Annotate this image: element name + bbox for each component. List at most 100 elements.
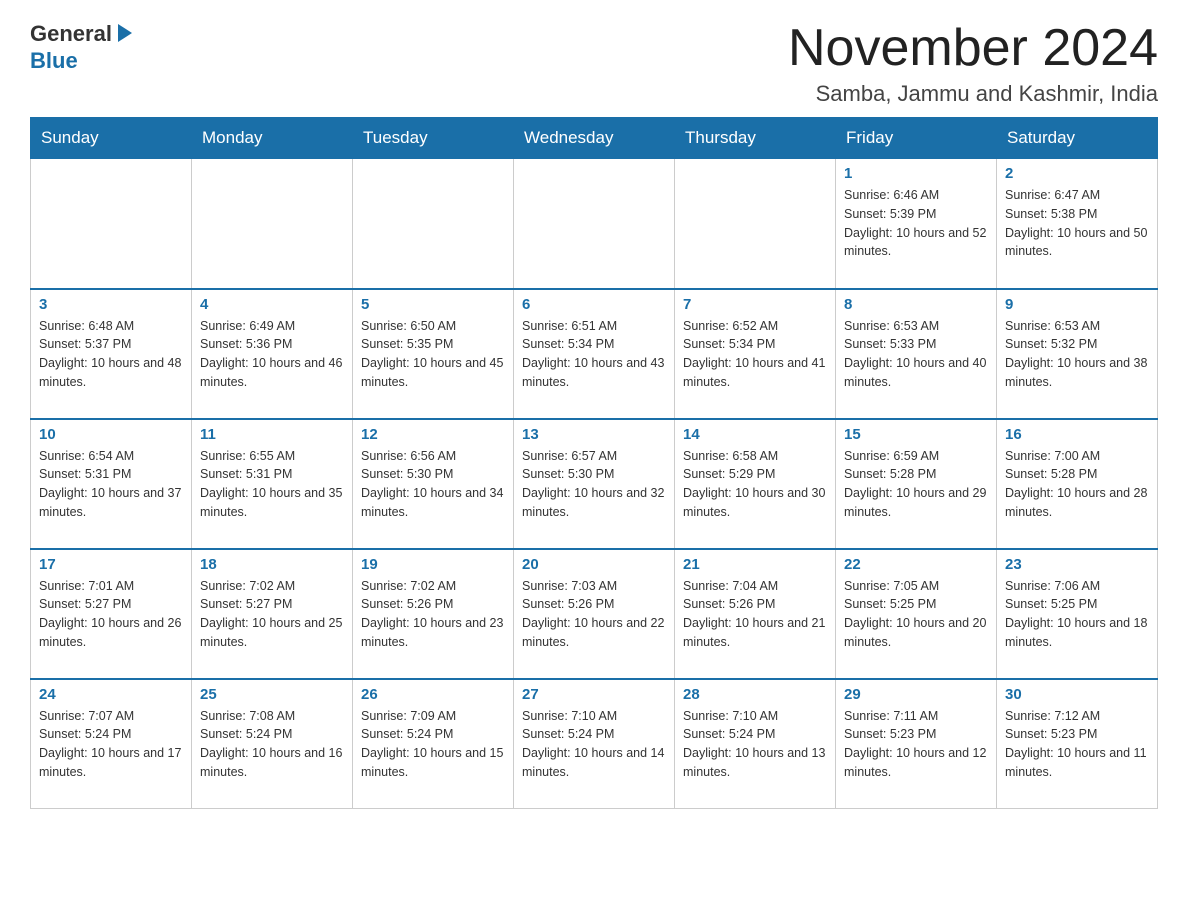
header-day-monday: Monday bbox=[192, 118, 353, 159]
day-info: Sunrise: 6:53 AM Sunset: 5:33 PM Dayligh… bbox=[844, 317, 988, 392]
calendar-cell bbox=[192, 159, 353, 289]
day-info: Sunrise: 7:01 AM Sunset: 5:27 PM Dayligh… bbox=[39, 577, 183, 652]
calendar-cell: 17 Sunrise: 7:01 AM Sunset: 5:27 PM Dayli… bbox=[31, 549, 192, 679]
day-number: 3 bbox=[39, 296, 183, 313]
calendar-cell: 10 Sunrise: 6:54 AM Sunset: 5:31 PM Dayli… bbox=[31, 419, 192, 549]
day-number: 7 bbox=[683, 296, 827, 313]
logo-general-text: General bbox=[30, 22, 112, 46]
day-number: 9 bbox=[1005, 296, 1149, 313]
calendar-cell: 6 Sunrise: 6:51 AM Sunset: 5:34 PM Daylig… bbox=[514, 289, 675, 419]
day-number: 13 bbox=[522, 426, 666, 443]
day-info: Sunrise: 6:59 AM Sunset: 5:28 PM Dayligh… bbox=[844, 447, 988, 522]
day-number: 19 bbox=[361, 556, 505, 573]
header-day-sunday: Sunday bbox=[31, 118, 192, 159]
calendar-cell: 8 Sunrise: 6:53 AM Sunset: 5:33 PM Daylig… bbox=[836, 289, 997, 419]
calendar-cell: 14Sunrise: 6:58 AM Sunset: 5:29 PM Dayli… bbox=[675, 419, 836, 549]
day-info: Sunrise: 7:02 AM Sunset: 5:27 PM Dayligh… bbox=[200, 577, 344, 652]
day-number: 8 bbox=[844, 296, 988, 313]
calendar-cell: 15 Sunrise: 6:59 AM Sunset: 5:28 PM Dayli… bbox=[836, 419, 997, 549]
day-number: 22 bbox=[844, 556, 988, 573]
day-number: 14 bbox=[683, 426, 827, 443]
day-number: 27 bbox=[522, 686, 666, 703]
calendar-cell: 12Sunrise: 6:56 AM Sunset: 5:30 PM Dayli… bbox=[353, 419, 514, 549]
day-number: 6 bbox=[522, 296, 666, 313]
header-day-tuesday: Tuesday bbox=[353, 118, 514, 159]
day-info: Sunrise: 6:49 AM Sunset: 5:36 PM Dayligh… bbox=[200, 317, 344, 392]
calendar-week-row: 17 Sunrise: 7:01 AM Sunset: 5:27 PM Dayli… bbox=[31, 549, 1158, 679]
calendar-header: SundayMondayTuesdayWednesdayThursdayFrid… bbox=[31, 118, 1158, 159]
calendar-cell: 24Sunrise: 7:07 AM Sunset: 5:24 PM Dayli… bbox=[31, 679, 192, 809]
calendar-week-row: 10 Sunrise: 6:54 AM Sunset: 5:31 PM Dayli… bbox=[31, 419, 1158, 549]
day-info: Sunrise: 6:50 AM Sunset: 5:35 PM Dayligh… bbox=[361, 317, 505, 392]
header-day-saturday: Saturday bbox=[997, 118, 1158, 159]
day-number: 2 bbox=[1005, 165, 1149, 182]
day-number: 29 bbox=[844, 686, 988, 703]
calendar-week-row: 3 Sunrise: 6:48 AM Sunset: 5:37 PM Daylig… bbox=[31, 289, 1158, 419]
day-number: 17 bbox=[39, 556, 183, 573]
day-number: 11 bbox=[200, 426, 344, 443]
day-number: 5 bbox=[361, 296, 505, 313]
day-number: 4 bbox=[200, 296, 344, 313]
day-number: 30 bbox=[1005, 686, 1149, 703]
logo-blue-text: Blue bbox=[30, 49, 78, 73]
logo: General Blue bbox=[30, 20, 136, 73]
day-info: Sunrise: 6:53 AM Sunset: 5:32 PM Dayligh… bbox=[1005, 317, 1149, 392]
day-number: 16 bbox=[1005, 426, 1149, 443]
day-info: Sunrise: 7:00 AM Sunset: 5:28 PM Dayligh… bbox=[1005, 447, 1149, 522]
day-info: Sunrise: 7:04 AM Sunset: 5:26 PM Dayligh… bbox=[683, 577, 827, 652]
day-info: Sunrise: 7:05 AM Sunset: 5:25 PM Dayligh… bbox=[844, 577, 988, 652]
calendar-cell: 19 Sunrise: 7:02 AM Sunset: 5:26 PM Dayli… bbox=[353, 549, 514, 679]
calendar-cell: 2 Sunrise: 6:47 AM Sunset: 5:38 PM Daylig… bbox=[997, 159, 1158, 289]
calendar-cell: 18 Sunrise: 7:02 AM Sunset: 5:27 PM Dayli… bbox=[192, 549, 353, 679]
calendar-cell: 9 Sunrise: 6:53 AM Sunset: 5:32 PM Daylig… bbox=[997, 289, 1158, 419]
day-info: Sunrise: 7:12 AM Sunset: 5:23 PM Dayligh… bbox=[1005, 707, 1149, 782]
calendar-cell bbox=[353, 159, 514, 289]
day-info: Sunrise: 7:09 AM Sunset: 5:24 PM Dayligh… bbox=[361, 707, 505, 782]
calendar-cell: 20Sunrise: 7:03 AM Sunset: 5:26 PM Dayli… bbox=[514, 549, 675, 679]
calendar-cell: 11 Sunrise: 6:55 AM Sunset: 5:31 PM Dayli… bbox=[192, 419, 353, 549]
calendar-cell: 28Sunrise: 7:10 AM Sunset: 5:24 PM Dayli… bbox=[675, 679, 836, 809]
calendar-cell: 25Sunrise: 7:08 AM Sunset: 5:24 PM Dayli… bbox=[192, 679, 353, 809]
calendar-cell: 5 Sunrise: 6:50 AM Sunset: 5:35 PM Daylig… bbox=[353, 289, 514, 419]
day-info: Sunrise: 6:52 AM Sunset: 5:34 PM Dayligh… bbox=[683, 317, 827, 392]
day-number: 10 bbox=[39, 426, 183, 443]
calendar-week-row: 1 Sunrise: 6:46 AM Sunset: 5:39 PM Daylig… bbox=[31, 159, 1158, 289]
day-info: Sunrise: 6:57 AM Sunset: 5:30 PM Dayligh… bbox=[522, 447, 666, 522]
calendar-cell: 29 Sunrise: 7:11 AM Sunset: 5:23 PM Dayli… bbox=[836, 679, 997, 809]
day-info: Sunrise: 6:51 AM Sunset: 5:34 PM Dayligh… bbox=[522, 317, 666, 392]
page-header: General Blue November 2024 Samba, Jammu … bbox=[30, 20, 1158, 107]
day-info: Sunrise: 6:46 AM Sunset: 5:39 PM Dayligh… bbox=[844, 186, 988, 261]
day-info: Sunrise: 7:10 AM Sunset: 5:24 PM Dayligh… bbox=[522, 707, 666, 782]
day-number: 24 bbox=[39, 686, 183, 703]
day-info: Sunrise: 6:48 AM Sunset: 5:37 PM Dayligh… bbox=[39, 317, 183, 392]
day-info: Sunrise: 7:06 AM Sunset: 5:25 PM Dayligh… bbox=[1005, 577, 1149, 652]
calendar-cell: 23Sunrise: 7:06 AM Sunset: 5:25 PM Dayli… bbox=[997, 549, 1158, 679]
calendar-cell: 27 Sunrise: 7:10 AM Sunset: 5:24 PM Dayli… bbox=[514, 679, 675, 809]
calendar-cell bbox=[514, 159, 675, 289]
calendar-location: Samba, Jammu and Kashmir, India bbox=[788, 81, 1158, 107]
day-info: Sunrise: 7:02 AM Sunset: 5:26 PM Dayligh… bbox=[361, 577, 505, 652]
calendar-cell: 1 Sunrise: 6:46 AM Sunset: 5:39 PM Daylig… bbox=[836, 159, 997, 289]
day-info: Sunrise: 7:03 AM Sunset: 5:26 PM Dayligh… bbox=[522, 577, 666, 652]
day-info: Sunrise: 6:56 AM Sunset: 5:30 PM Dayligh… bbox=[361, 447, 505, 522]
day-number: 25 bbox=[200, 686, 344, 703]
day-info: Sunrise: 7:11 AM Sunset: 5:23 PM Dayligh… bbox=[844, 707, 988, 782]
calendar-cell: 21Sunrise: 7:04 AM Sunset: 5:26 PM Dayli… bbox=[675, 549, 836, 679]
header-day-friday: Friday bbox=[836, 118, 997, 159]
day-number: 18 bbox=[200, 556, 344, 573]
calendar-cell bbox=[31, 159, 192, 289]
day-number: 15 bbox=[844, 426, 988, 443]
calendar-cell: 16 Sunrise: 7:00 AM Sunset: 5:28 PM Dayli… bbox=[997, 419, 1158, 549]
header-day-wednesday: Wednesday bbox=[514, 118, 675, 159]
calendar-cell: 30 Sunrise: 7:12 AM Sunset: 5:23 PM Dayli… bbox=[997, 679, 1158, 809]
calendar-body: 1 Sunrise: 6:46 AM Sunset: 5:39 PM Daylig… bbox=[31, 159, 1158, 809]
day-info: Sunrise: 7:10 AM Sunset: 5:24 PM Dayligh… bbox=[683, 707, 827, 782]
calendar-title-block: November 2024 Samba, Jammu and Kashmir, … bbox=[788, 20, 1158, 107]
calendar-cell: 13 Sunrise: 6:57 AM Sunset: 5:30 PM Dayli… bbox=[514, 419, 675, 549]
calendar-table: SundayMondayTuesdayWednesdayThursdayFrid… bbox=[30, 117, 1158, 809]
day-info: Sunrise: 6:54 AM Sunset: 5:31 PM Dayligh… bbox=[39, 447, 183, 522]
day-number: 1 bbox=[844, 165, 988, 182]
calendar-header-row: SundayMondayTuesdayWednesdayThursdayFrid… bbox=[31, 118, 1158, 159]
day-info: Sunrise: 6:47 AM Sunset: 5:38 PM Dayligh… bbox=[1005, 186, 1149, 261]
day-info: Sunrise: 6:55 AM Sunset: 5:31 PM Dayligh… bbox=[200, 447, 344, 522]
